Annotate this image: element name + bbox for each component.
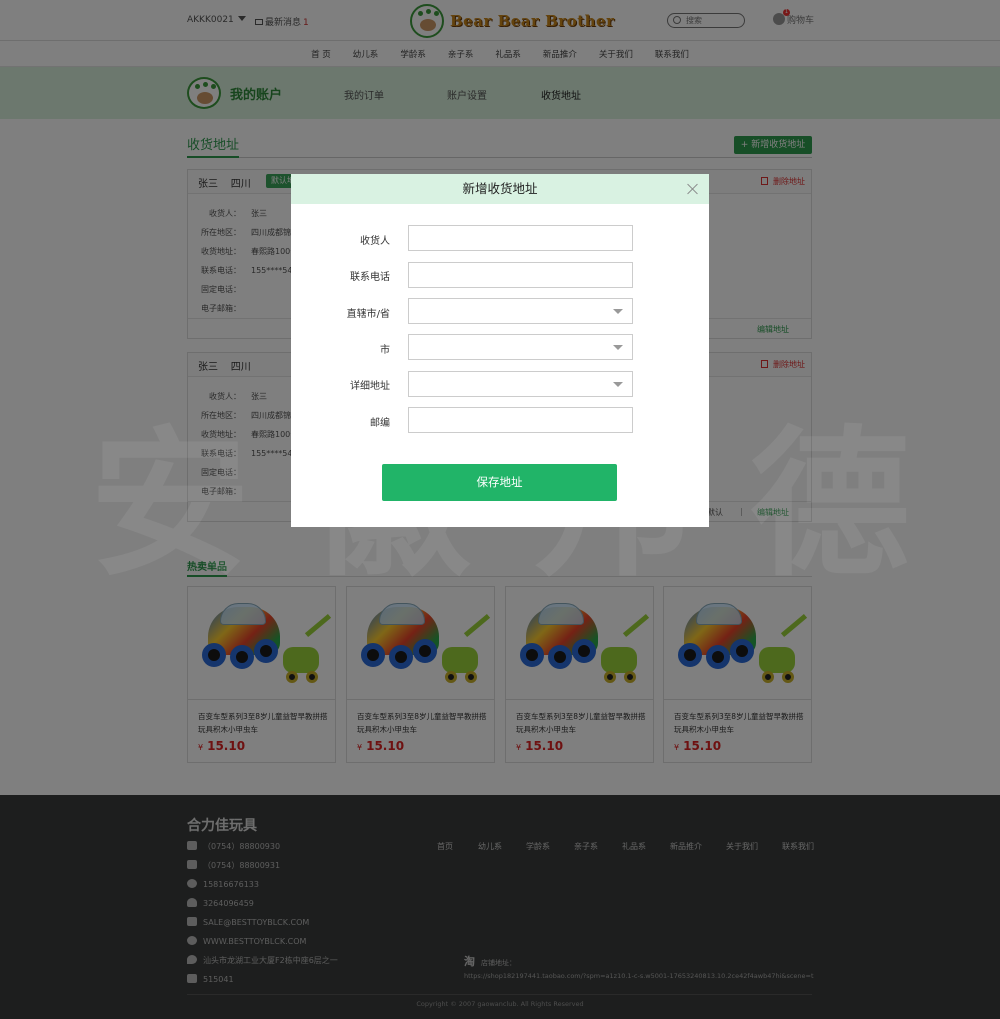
chevron-down-icon — [613, 309, 623, 314]
save-address-button[interactable]: 保存地址 — [382, 464, 617, 501]
chevron-down-icon — [613, 382, 623, 387]
detail-address-select[interactable] — [408, 371, 633, 397]
recipient-label: 收货人 — [360, 236, 390, 247]
city-select[interactable] — [408, 334, 633, 360]
phone-input[interactable] — [408, 262, 633, 288]
recipient-input[interactable] — [408, 225, 633, 251]
chevron-down-icon — [613, 345, 623, 350]
watermark-char: 德 — [749, 411, 910, 598]
province-select[interactable] — [408, 298, 633, 324]
close-icon[interactable] — [687, 183, 699, 195]
province-label: 直辖市/省 — [346, 309, 390, 320]
phone-label: 联系电话 — [350, 272, 390, 283]
dialog-header: 新增收货地址 — [291, 174, 709, 204]
postcode-label: 邮编 — [370, 418, 390, 429]
city-label: 市 — [380, 345, 390, 356]
dialog-title: 新增收货地址 — [462, 181, 538, 196]
detail-address-label: 详细地址 — [350, 381, 390, 392]
postcode-input[interactable] — [408, 407, 633, 433]
watermark-char: 安 — [90, 411, 251, 598]
add-address-dialog: 新增收货地址 收货人 联系电话 直辖市/省 市 详细地址 邮编 保存地址 — [291, 174, 709, 527]
